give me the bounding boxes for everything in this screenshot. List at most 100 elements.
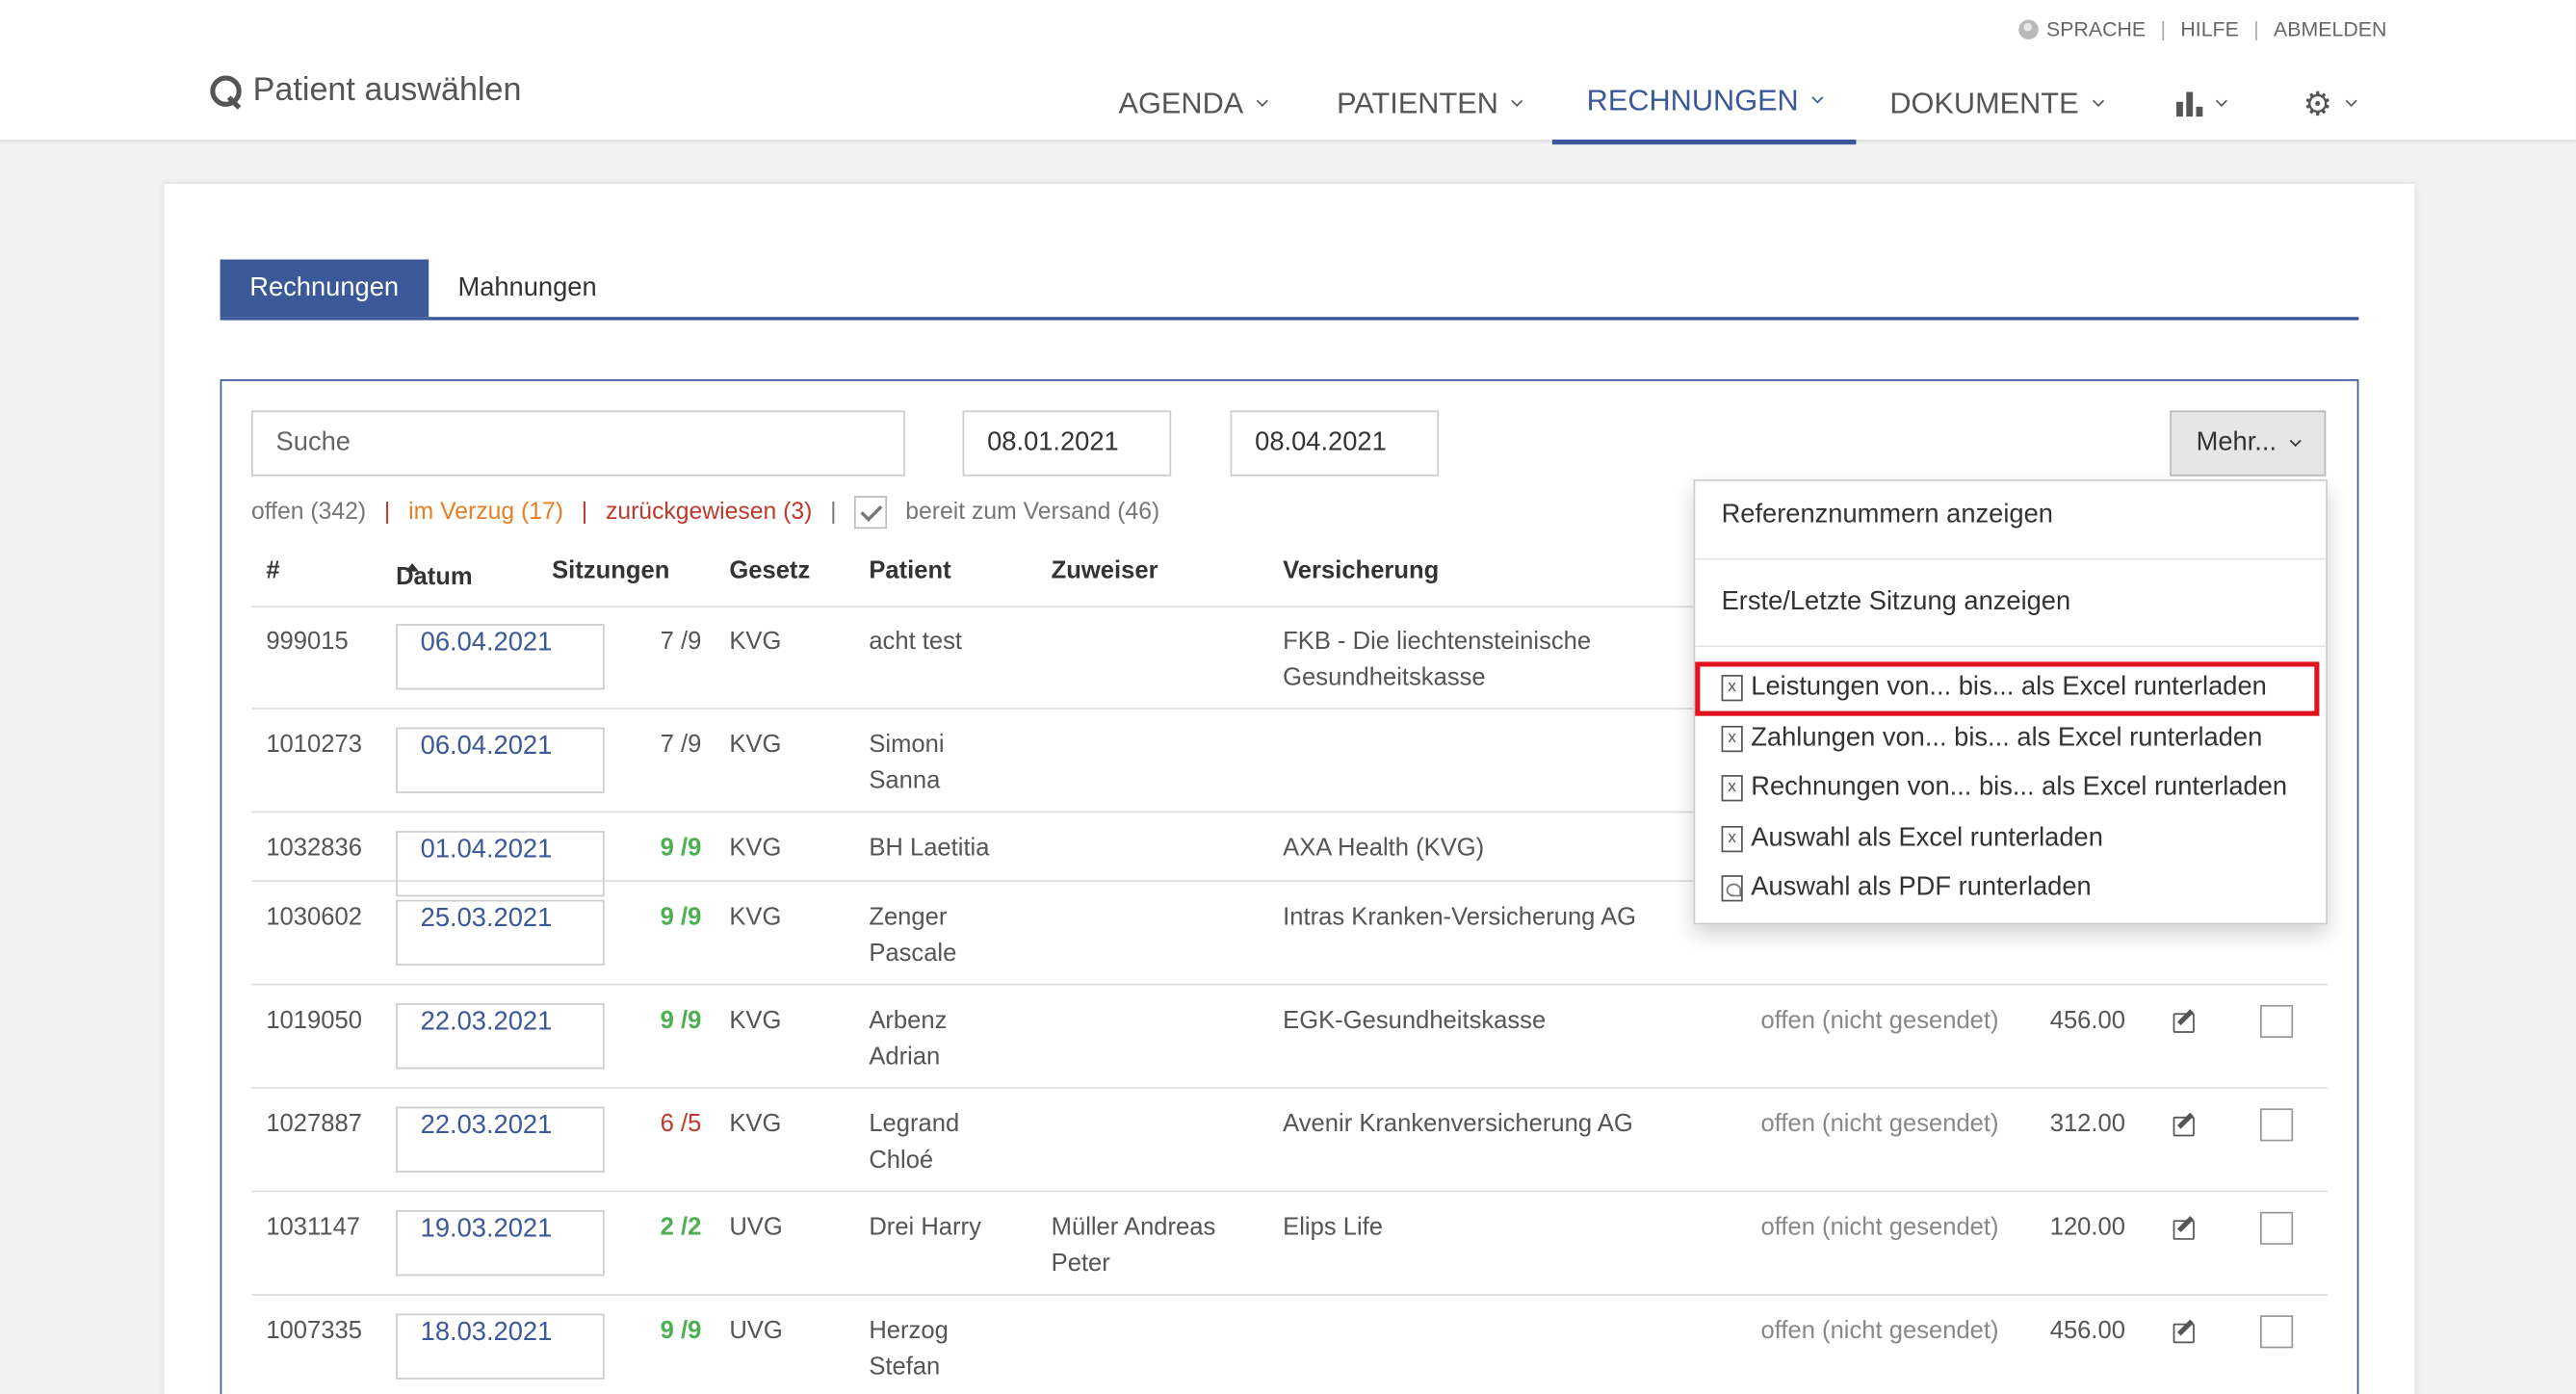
pdf-file-icon [1721,875,1743,902]
patient-name: Zenger Pascale [869,903,957,968]
excel-file-icon [1721,775,1743,802]
menu-divider [1695,645,2327,648]
sessions-count: 9 /9 [660,1006,702,1035]
law-type: KVG [729,1006,782,1035]
col-insurance[interactable]: Versicherung [1283,556,1439,584]
law-type: KVG [729,627,782,656]
chevron-down-icon [1511,94,1523,107]
invoice-amount: 456.00 [2049,1316,2125,1345]
nav-documents[interactable]: DOKUMENTE [1872,63,2119,144]
patient-name: BH Laetitia [869,834,990,863]
invoice-number: 1032836 [266,834,362,863]
date-to-field[interactable] [1230,410,1440,477]
invoice-date-link[interactable]: 22.03.2021 [396,1106,605,1173]
invoice-number: 1019050 [266,1006,362,1035]
insurance-name: Intras Kranken-Versicherung AG [1283,903,1637,932]
invoice-date-link[interactable]: 18.03.2021 [396,1313,605,1380]
tab-invoices[interactable]: Rechnungen [220,259,429,318]
sessions-count: 2 /2 [660,1213,702,1242]
row-checkbox[interactable] [2260,1315,2294,1349]
invoice-amount: 312.00 [2049,1110,2125,1139]
invoice-number: 1031147 [266,1213,361,1242]
sort-asc-icon [405,563,419,572]
invoice-date-link[interactable]: 25.03.2021 [396,899,605,966]
col-sessions[interactable]: Sitzungen [552,556,669,584]
law-type: UVG [729,1213,783,1242]
menu-payments-excel[interactable]: Zahlungen von... bis... als Excel runter… [1721,724,2262,754]
invoice-date-link[interactable]: 06.04.2021 [396,727,605,793]
col-patient[interactable]: Patient [869,556,950,584]
menu-selection-excel[interactable]: Auswahl als Excel runterladen [1721,824,2103,854]
menu-invoices-excel[interactable]: Rechnungen von... bis... als Excel runte… [1721,773,2287,803]
language-link[interactable]: SPRACHE [2046,18,2146,41]
edit-icon[interactable] [2173,1010,2197,1033]
more-button[interactable]: Mehr... [2170,410,2327,477]
col-referrer[interactable]: Zuweiser [1052,556,1158,584]
invoice-number: 1030602 [266,903,362,932]
nav-invoices[interactable]: RECHNUNGEN [1551,63,1857,145]
invoice-number: 1010273 [266,731,362,760]
sessions-count: 9 /9 [660,834,702,863]
edit-icon[interactable] [2173,1113,2197,1137]
filter-open[interactable]: offen (342) [251,500,366,526]
menu-selection-pdf[interactable]: Auswahl als PDF runterladen [1721,873,2092,903]
excel-file-icon [1721,825,1743,853]
chevron-down-icon [2345,94,2357,107]
law-type: KVG [729,834,782,863]
invoice-amount: 120.00 [2049,1213,2125,1242]
patient-name: Drei Harry [869,1213,981,1242]
edit-icon[interactable] [2173,1217,2197,1240]
menu-show-first-last[interactable]: Erste/Letzte Sitzung anzeigen [1722,588,2071,618]
row-checkbox[interactable] [2260,1108,2294,1142]
nav-patients[interactable]: PATIENTEN [1314,63,1545,144]
invoice-number: 1027887 [266,1110,362,1139]
col-number[interactable]: # [266,556,279,584]
patient-name: Legrand Chloé [869,1110,960,1175]
filter-overdue[interactable]: im Verzug (17) [408,500,563,526]
law-type: KVG [729,1110,782,1139]
row-checkbox[interactable] [2260,1004,2294,1039]
tab-reminders[interactable]: Mahnungen [429,260,627,318]
invoice-number: 999015 [266,627,349,656]
utility-nav: SPRACHE | HILFE | ABMELDEN [2018,18,2386,41]
nav-documents-label: DOKUMENTE [1889,86,2079,119]
invoice-status: offen (nicht gesendet) [1760,1213,1999,1242]
status-filters: offen (342) | im Verzug (17) | zurückgew… [251,496,1159,529]
insurance-name: FKB - Die liechtensteinische Gesundheitsk… [1283,627,1592,692]
search-input[interactable] [250,410,905,477]
filter-ready[interactable]: bereit zum Versand (46) [905,500,1159,526]
edit-icon[interactable] [2173,1320,2197,1344]
highlight-box [1695,661,2320,716]
patient-name: acht test [869,627,963,656]
invoice-date-link[interactable]: 22.03.2021 [396,1003,605,1070]
sessions-count: 9 /9 [660,1316,702,1345]
col-law[interactable]: Gesetz [729,556,810,584]
table-row[interactable]: 1031147 19.03.2021 2 /2 UVG Drei Harry Müller… [250,1192,2328,1296]
invoice-amount: 456.00 [2049,1006,2125,1035]
nav-patients-label: PATIENTEN [1337,86,1498,119]
nav-settings[interactable]: ⚙ [2280,63,2379,144]
invoice-date-link[interactable]: 06.04.2021 [396,624,605,690]
tab-bar: Rechnungen Mahnungen [220,259,2359,321]
logout-link[interactable]: ABMELDEN [2274,18,2386,41]
table-row[interactable]: 1007335 18.03.2021 9 /9 UVG Herzog Stefan offe… [251,1296,2328,1394]
filter-rejected[interactable]: zurückgewiesen (3) [606,500,812,526]
help-link[interactable]: HILFE [2180,18,2238,41]
invoice-date-link[interactable]: 19.03.2021 [396,1210,605,1277]
nav-statistics[interactable] [2151,63,2250,144]
invoice-status: offen (nicht gesendet) [1760,1316,1999,1345]
patient-name: Simoni Sanna [869,731,945,795]
date-from-field[interactable] [962,410,1172,477]
table-row[interactable]: 1019050 22.03.2021 9 /9 KVG Arbenz Adrian EGK-… [250,985,2328,1089]
invoice-status: offen (nicht gesendet) [1760,1110,1999,1139]
bar-chart-icon [2176,90,2203,116]
menu-show-references[interactable]: Referenznummern anzeigen [1722,501,2053,530]
nav-agenda[interactable]: AGENDA [1101,63,1285,144]
patient-select[interactable]: Patient auswählen [210,72,521,110]
gear-icon: ⚙ [2303,86,2333,123]
table-row[interactable]: 1027887 22.03.2021 6 /5 KVG Legrand Chloé Aven… [250,1089,2328,1193]
ready-checkbox[interactable] [854,496,888,529]
row-checkbox[interactable] [2260,1211,2294,1245]
sessions-count: 9 /9 [660,903,702,932]
menu-selection-pdf-label: Auswahl als PDF runterladen [1751,873,2092,902]
